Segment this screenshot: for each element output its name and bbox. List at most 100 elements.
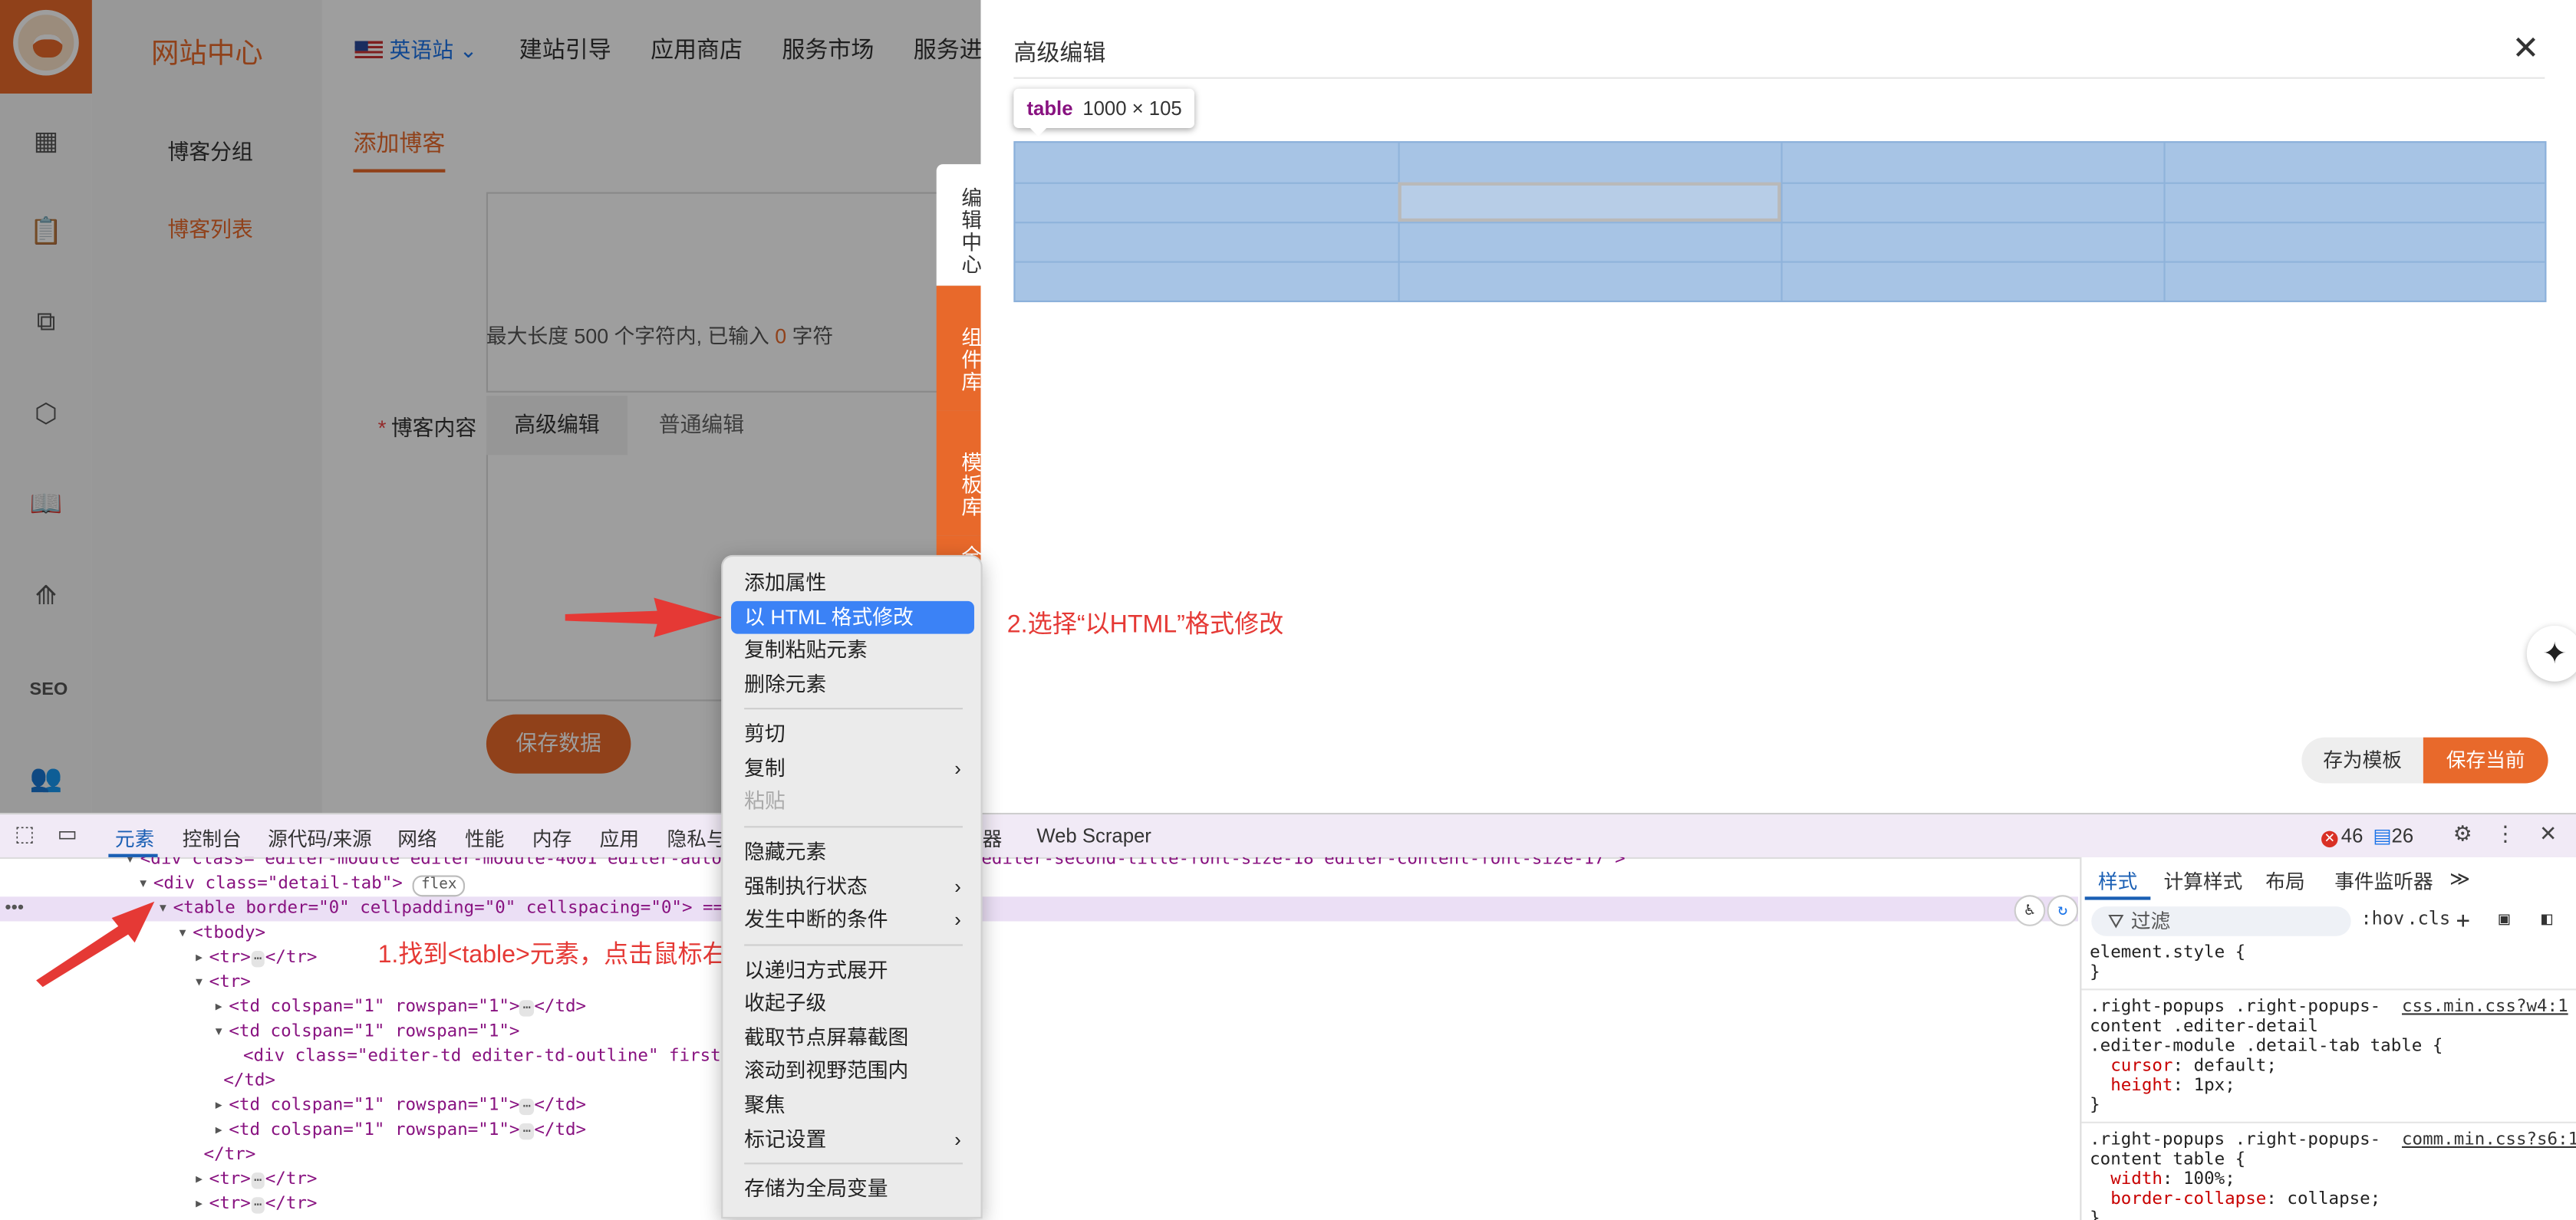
dom-line[interactable]: </td>: [223, 1070, 275, 1090]
filter-placeholder: 过滤: [2130, 909, 2171, 933]
ai-sparkle-icon[interactable]: ✦: [2526, 625, 2576, 682]
save-as-template-button[interactable]: 存为模板: [2301, 737, 2423, 784]
class-toggle[interactable]: .cls: [2406, 908, 2450, 929]
tab-tools[interactable]: 器: [983, 824, 1003, 852]
styles-pane: 样式 计算样式 布局 事件监听器 ≫ ⛛ 过滤 :hov .cls + ▣ ◧ e…: [2080, 857, 2576, 1220]
dom-line[interactable]: ▾ <div class="detail-tab"> flex: [138, 873, 466, 897]
dom-line[interactable]: ▸ <td colspan="1" rowspan="1"> ⋯ </td>: [213, 997, 586, 1017]
menu-copy[interactable]: 复制 ›: [731, 752, 974, 785]
tab-sources[interactable]: 源代码/来源: [268, 824, 372, 852]
message-count: 26: [2391, 824, 2414, 848]
menu-focus[interactable]: 聚焦: [731, 1089, 974, 1122]
style-rule[interactable]: .right-popups .right-popups- content tab…: [2090, 1130, 2576, 1220]
css-source-link[interactable]: css.min.css?w4:1: [2402, 997, 2568, 1017]
inspect-element-icon[interactable]: ⬚: [13, 822, 36, 846]
tab-console[interactable]: 控制台: [183, 824, 242, 852]
tab-event-listeners[interactable]: 事件监听器: [2334, 867, 2433, 895]
submenu-arrow-icon: ›: [954, 875, 961, 899]
menu-store-global-variable[interactable]: 存储为全局变量: [731, 1172, 974, 1205]
message-icon: ▤: [2373, 824, 2392, 848]
dom-line[interactable]: </tr>: [204, 1145, 256, 1165]
tab-network[interactable]: 网络: [397, 824, 436, 852]
annotation-step-2: 2.选择“以HTML”格式修改: [1006, 610, 1284, 640]
active-tab-indicator: [2084, 896, 2151, 900]
gear-icon[interactable]: ⚙: [2451, 822, 2474, 846]
tab-styles[interactable]: 样式: [2098, 867, 2137, 895]
error-counter[interactable]: ✕ 46 ▤26: [2321, 824, 2414, 848]
submenu-arrow-icon: ›: [954, 908, 961, 932]
menu-duplicate-element[interactable]: 复制粘贴元素: [731, 634, 974, 667]
dom-line[interactable]: ▸ <td colspan="1" rowspan="1"> ⋯ </td>: [213, 1120, 586, 1140]
menu-force-state[interactable]: 强制执行状态 ›: [731, 870, 974, 903]
sidebar-toggle-icon[interactable]: ◧: [2541, 908, 2552, 929]
dom-line[interactable]: ▾ <tbody>: [177, 923, 265, 943]
selected-table-cell[interactable]: [1398, 182, 1781, 222]
menu-expand-recursively[interactable]: 以递归方式展开: [731, 954, 974, 987]
paint-icon[interactable]: ▣: [2499, 908, 2509, 929]
styles-filter-input[interactable]: ⛛ 过滤: [2091, 906, 2351, 936]
dom-line[interactable]: <div class="editer-td editer-td-outline"…: [243, 1046, 731, 1066]
menu-delete-element[interactable]: 删除元素: [731, 669, 974, 702]
divider: [1013, 77, 2545, 79]
kebab-menu-icon[interactable]: ⋮: [2494, 822, 2517, 846]
menu-capture-node-screenshot[interactable]: 截取节点屏幕截图: [731, 1021, 974, 1054]
context-menu: 添加属性 以 HTML 格式修改 复制粘贴元素 删除元素 剪切 复制 › 粘贴 隐…: [721, 554, 983, 1219]
flex-badge[interactable]: flex: [413, 875, 466, 897]
tab-edit-center[interactable]: 编辑中心: [936, 164, 981, 286]
tooltip-size: 1000 × 105: [1082, 97, 1182, 120]
tab-web-scraper[interactable]: Web Scraper: [1036, 824, 1151, 847]
tab-layout[interactable]: 布局: [2265, 867, 2304, 895]
style-rule[interactable]: .right-popups .right-popups- content .ed…: [2090, 997, 2568, 1115]
tab-template-library[interactable]: 模板库: [936, 410, 981, 536]
hover-state-toggle[interactable]: :hov: [2360, 908, 2404, 929]
table-row-line: [1015, 261, 2545, 263]
menu-cut[interactable]: 剪切: [731, 718, 974, 751]
menu-hide-element[interactable]: 隐藏元素: [731, 836, 974, 869]
dom-line[interactable]: ▸ <tr> ⋯ </tr>: [194, 1194, 317, 1214]
tab-performance[interactable]: 性能: [465, 824, 504, 852]
tab-privacy[interactable]: 隐私与: [667, 824, 726, 852]
menu-paste: 粘贴: [744, 790, 786, 814]
refresh-node-icon[interactable]: ↻: [2047, 895, 2079, 926]
tooltip-tag: table: [1026, 97, 1073, 120]
annotation-step-1: 1.找到<table>元素，点击鼠标右键: [377, 941, 752, 969]
dom-line[interactable]: ▾ <tr>: [194, 972, 251, 992]
menu-collapse-children[interactable]: 收起子级: [731, 987, 974, 1020]
tab-component-library[interactable]: 组件库: [936, 285, 981, 411]
device-toggle-icon[interactable]: ▭: [56, 822, 79, 846]
menu-scroll-into-view[interactable]: 滚动到视野范围内: [731, 1054, 974, 1087]
tab-memory[interactable]: 内存: [532, 824, 572, 852]
close-icon[interactable]: ✕: [2537, 822, 2560, 846]
menu-edit-as-html[interactable]: 以 HTML 格式修改: [731, 600, 974, 634]
add-rule-icon[interactable]: +: [2456, 908, 2470, 934]
style-rule[interactable]: element.style {}: [2090, 942, 2245, 982]
element-inspect-tooltip: table 1000 × 105: [1013, 88, 1195, 136]
dom-line[interactable]: ▸ <td colspan="1" rowspan="1"> ⋯ </td>: [213, 1095, 586, 1116]
menu-add-attribute[interactable]: 添加属性: [731, 567, 974, 600]
dom-line[interactable]: ▸ <tr> ⋯ </tr>: [194, 1169, 317, 1189]
dom-line[interactable]: ▾ <td colspan="1" rowspan="1">: [213, 1021, 519, 1041]
dom-line-table[interactable]: ▾ <table border="0" cellpadding="0" cells…: [158, 898, 755, 918]
error-icon: ✕: [2321, 830, 2338, 848]
dom-line[interactable]: ▸ <tr> ⋯ </tr>: [194, 948, 317, 968]
menu-break-on[interactable]: 发生中断的条件 ›: [731, 903, 974, 936]
menu-separator: [744, 1162, 963, 1165]
submenu-arrow-icon: ›: [954, 757, 961, 781]
menu-separator: [744, 708, 963, 710]
save-current-button[interactable]: 保存当前: [2423, 737, 2548, 784]
panel-title: 高级编辑: [1013, 39, 1106, 66]
menu-badge-settings[interactable]: 标记设置 ›: [731, 1123, 974, 1156]
table-row-line: [1015, 222, 2545, 224]
tab-computed[interactable]: 计算样式: [2163, 867, 2242, 895]
close-icon[interactable]: ✕: [2512, 33, 2540, 66]
more-tabs-icon[interactable]: ≫: [2449, 867, 2470, 890]
dom-row-ellipsis[interactable]: •••: [5, 898, 24, 918]
highlighted-table[interactable]: [1013, 141, 2547, 303]
tab-application[interactable]: 应用: [600, 824, 639, 852]
accessibility-icon[interactable]: ♿: [2014, 895, 2046, 926]
css-source-link[interactable]: comm.min.css?s6:1: [2402, 1130, 2576, 1149]
divider: [2081, 1121, 2576, 1123]
error-count: 46: [2340, 824, 2364, 848]
advanced-edit-panel: 高级编辑 ✕ table 1000 × 105 存为模板 保存当前 ✦: [980, 0, 2576, 814]
tab-elements[interactable]: 元素: [115, 824, 154, 852]
